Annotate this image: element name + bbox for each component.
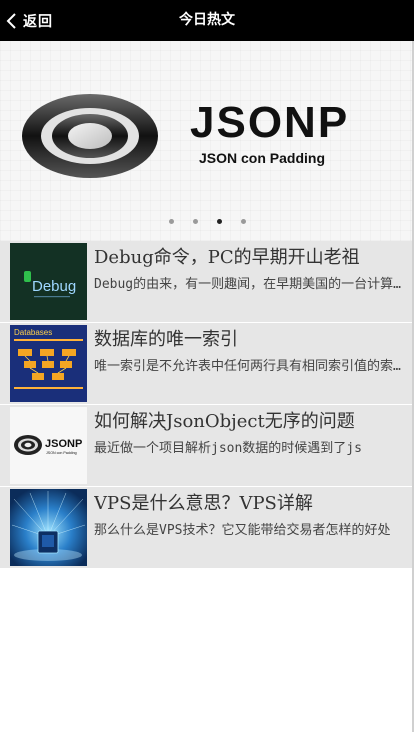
list-item[interactable]: Debug Debug命令，PC的早期开山老祖 Debug的由来，有一则趣闻，在… [0, 241, 414, 323]
thumb-text: JSONP [45, 438, 82, 450]
list-item[interactable]: VPS是什么意思？VPS详解 那么什么是VPS技术？它又能带给交易者怎样的好处 [0, 487, 414, 569]
banner-logo-text: JSONP [190, 98, 349, 147]
banner-carousel[interactable]: JSONP JSON con Padding [0, 41, 414, 241]
article-thumbnail [10, 489, 87, 566]
list-item[interactable]: JSONP JSON con Padding 如何解决JsonObject无序的… [0, 405, 414, 487]
article-title: Debug命令，PC的早期开山老祖 [94, 247, 360, 268]
article-summary: 那么什么是VPS技术？它又能带给交易者怎样的好处 [94, 523, 391, 538]
page-title: 今日热文 [179, 12, 235, 28]
server-network-icon [10, 489, 87, 566]
database-diagram-icon: Databases [10, 325, 87, 402]
article-summary: 最近做一个项目解析json数据的时候遇到了js [94, 441, 362, 456]
article-title: VPS是什么意思？VPS详解 [94, 493, 313, 514]
thumb-text: Debug [32, 278, 76, 295]
thumb-text: Databases [14, 328, 52, 337]
article-title: 如何解决JsonObject无序的问题 [94, 411, 355, 432]
article-thumbnail: Databases [10, 325, 87, 402]
jsonp-logo: JSONP JSON con Padding [22, 94, 349, 178]
debug-logo-icon: Debug [10, 243, 87, 320]
carousel-dot[interactable] [216, 219, 222, 224]
list-item[interactable]: Databases 数据库的唯一索引 唯一索引是不允许表中任何两行具有相同索引值… [0, 323, 414, 405]
carousel-indicator [0, 219, 414, 224]
carousel-dot[interactable] [168, 219, 174, 224]
article-thumbnail: Debug [10, 243, 87, 320]
chevron-left-icon [6, 12, 16, 29]
article-title: 数据库的唯一索引 [94, 329, 238, 350]
thumb-subtext: JSON con Padding [46, 451, 77, 455]
back-label: 返回 [23, 13, 53, 30]
article-summary: 唯一索引是不允许表中任何两行具有相同索引值的索引。 [94, 359, 406, 374]
banner-logo-subtitle: JSON con Padding [199, 150, 325, 166]
carousel-dot[interactable] [240, 219, 246, 224]
article-list: Debug Debug命令，PC的早期开山老祖 Debug的由来，有一则趣闻，在… [0, 241, 414, 569]
jsonp-logo-icon: JSONP JSON con Padding [10, 407, 87, 484]
back-button[interactable]: 返回 [5, 0, 53, 41]
article-thumbnail: JSONP JSON con Padding [10, 407, 87, 484]
article-summary: Debug的由来，有一则趣闻，在早期美国的一台计算机 [94, 277, 406, 292]
carousel-dot[interactable] [192, 219, 198, 224]
top-bar: 返回 今日热文 [0, 0, 414, 41]
